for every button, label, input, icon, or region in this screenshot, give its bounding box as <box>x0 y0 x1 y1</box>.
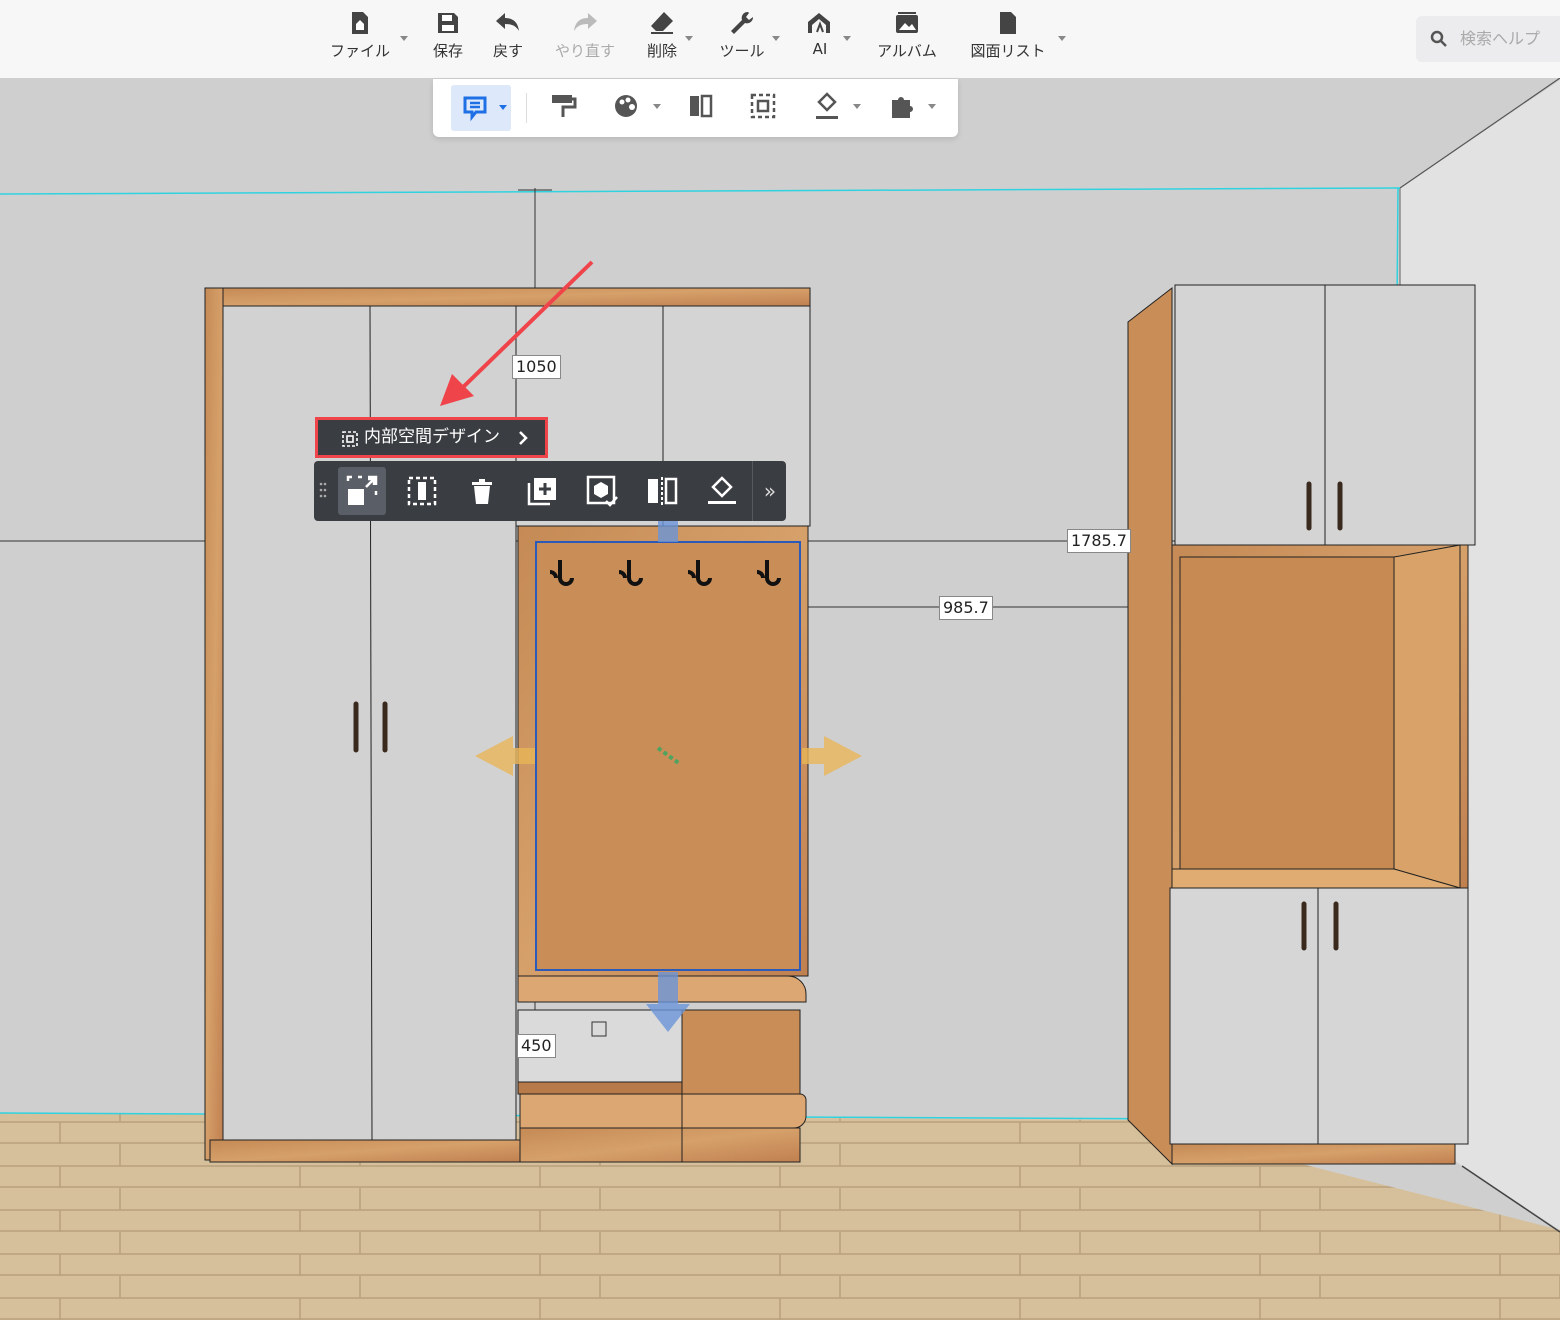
puzzle-icon <box>892 97 913 118</box>
delete-label: 削除 <box>646 42 677 60</box>
inner-space-button[interactable] <box>749 91 779 127</box>
search-icon <box>1430 30 1447 47</box>
dimension-gap-distance[interactable]: 985.7 <box>939 596 993 620</box>
drawing-list-label: 図面リスト <box>970 42 1046 60</box>
delete-object-button[interactable] <box>464 473 500 509</box>
right-lower-doors[interactable] <box>1169 887 1469 1145</box>
mirror-button[interactable] <box>644 473 680 509</box>
dimension-right-distance[interactable]: 1785.7 <box>1067 529 1131 553</box>
edge-dropdown-caret[interactable] <box>853 104 861 109</box>
hammer-icon <box>708 476 736 504</box>
trash-icon <box>472 479 492 504</box>
help-search-placeholder: 検索ヘルプ <box>1460 29 1541 48</box>
format-painter-button[interactable] <box>549 91 579 127</box>
copy-add-icon <box>527 478 556 506</box>
file-icon <box>352 12 368 34</box>
tools-menu-button[interactable]: ツール <box>714 10 770 61</box>
wrench-icon <box>731 11 754 34</box>
delete-button[interactable]: 削除 <box>642 10 682 61</box>
redo-label: やり直す <box>554 42 615 60</box>
double-chevron-icon: » <box>763 479 777 503</box>
edge-banding-button[interactable] <box>813 91 843 127</box>
file-menu-button[interactable]: ファイル <box>326 10 394 61</box>
file-dropdown-caret[interactable] <box>400 36 408 41</box>
redo-icon <box>574 13 597 31</box>
album-button[interactable]: アルバム <box>872 10 942 61</box>
album-label: アルバム <box>877 42 937 60</box>
edit-mode-button[interactable] <box>451 85 511 131</box>
more-tools-button[interactable]: » <box>758 473 782 509</box>
palette-icon <box>615 95 637 117</box>
ai-menu-button[interactable]: AI <box>802 10 838 58</box>
inner-space-design-label: 内部空間デザイン <box>364 427 500 447</box>
help-search-input[interactable]: 検索ヘルプ <box>1416 16 1560 62</box>
file-menu-label: ファイル <box>329 42 390 60</box>
duplicate-button[interactable] <box>524 473 560 509</box>
hammer-icon <box>816 92 838 119</box>
partition-icon <box>407 476 437 506</box>
edge-tool-button[interactable] <box>704 473 740 509</box>
save-label: 保存 <box>432 42 463 60</box>
dimension-bench-height[interactable]: 450 <box>517 1034 556 1058</box>
split-panel-button[interactable] <box>687 91 717 127</box>
undo-label: 戻す <box>492 42 523 60</box>
paint-roller-icon <box>552 95 577 117</box>
selected-back-panel[interactable] <box>535 541 801 971</box>
partition-button[interactable] <box>404 473 440 509</box>
main-toolbar: ファイル 保存 戻す やり直す 削除 ツール AI アルバム 図面リスト 検索ヘ… <box>0 0 1560 79</box>
plugin-dropdown-caret[interactable] <box>928 104 936 109</box>
undo-button[interactable]: 戻す <box>488 10 528 61</box>
resize-icon <box>346 475 378 505</box>
split-icon <box>690 94 713 118</box>
inner-space-icon <box>342 431 358 447</box>
model-check-icon <box>586 475 618 507</box>
material-dropdown-caret[interactable] <box>653 104 661 109</box>
inner-space-icon <box>750 93 776 119</box>
chevron-right-icon <box>519 431 528 445</box>
undo-icon <box>496 13 519 31</box>
design-canvas[interactable] <box>0 78 1560 1320</box>
right-tall-cabinet[interactable] <box>1127 284 1476 1166</box>
object-floating-toolbar: » <box>314 461 786 521</box>
drawing-list-dropdown-caret[interactable] <box>1058 36 1066 41</box>
sub-toolbar <box>433 79 958 137</box>
move-up-arrow[interactable] <box>658 520 678 542</box>
plugin-button[interactable] <box>888 91 918 127</box>
eraser-icon <box>651 12 673 34</box>
resize-button[interactable] <box>338 467 386 515</box>
dimension-top-height[interactable]: 1050 <box>512 355 561 379</box>
inner-space-design-button[interactable]: 内部空間デザイン <box>315 417 548 458</box>
tools-label: ツール <box>719 42 765 60</box>
ai-dropdown-caret[interactable] <box>843 36 851 41</box>
ai-label: AI <box>812 40 828 58</box>
album-icon <box>896 12 918 33</box>
save-icon <box>438 13 458 33</box>
mirror-icon <box>648 477 678 505</box>
ai-icon <box>808 13 830 33</box>
drag-handle-icon[interactable] <box>319 481 327 501</box>
delete-dropdown-caret[interactable] <box>685 36 693 41</box>
material-button[interactable] <box>613 91 643 127</box>
drawing-list-button[interactable]: 図面リスト <box>964 10 1052 61</box>
save-button[interactable]: 保存 <box>428 10 468 61</box>
redo-button[interactable]: やり直す <box>550 10 620 61</box>
list-edit-icon <box>463 96 487 122</box>
document-icon <box>1000 12 1016 34</box>
replace-model-button[interactable] <box>584 473 620 509</box>
tools-dropdown-caret[interactable] <box>772 36 780 41</box>
